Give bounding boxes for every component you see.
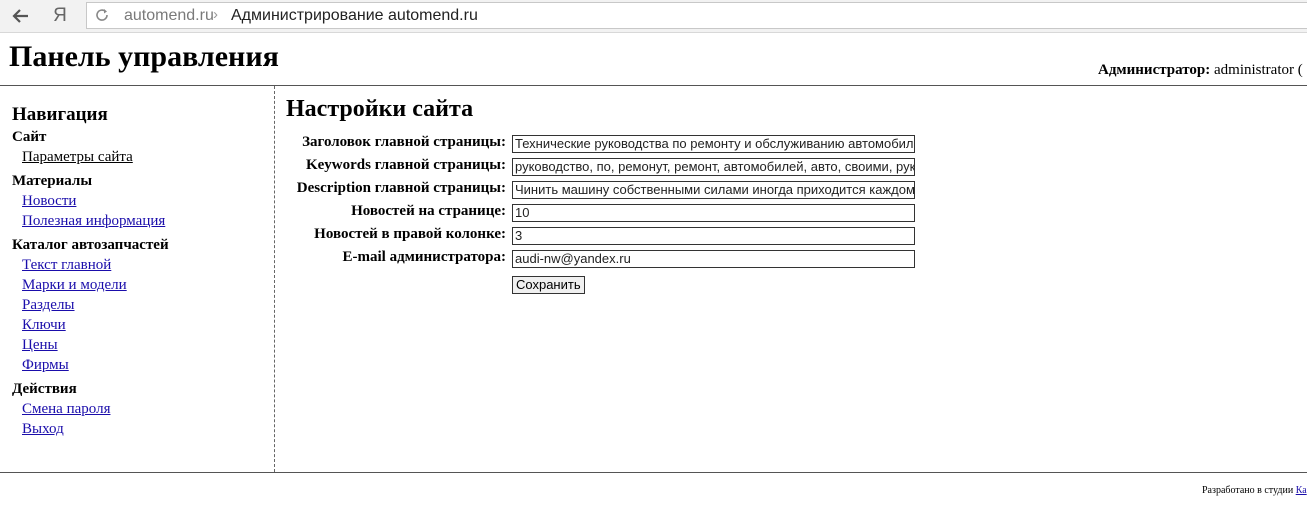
homepage-title-input[interactable]: Технические руководства по ремонту и обс… [512, 135, 915, 153]
nav-link-logout[interactable]: Выход [22, 421, 64, 438]
nav-section-actions: Действия [12, 381, 77, 397]
save-button[interactable]: Сохранить [512, 276, 585, 294]
nav-section-site: Сайт [12, 129, 47, 145]
footer-credits: Разработано в студии Ка [1202, 485, 1307, 496]
news-right-column-label: Новостей в правой колонке: [314, 226, 506, 242]
homepage-keywords-label: Keywords главной страницы: [305, 157, 506, 173]
admin-email-label: E-mail администратора: [342, 249, 506, 265]
browser-toolbar: Я automend.ru › Администрирование autome… [0, 0, 1307, 33]
nav-link-main-text[interactable]: Текст главной [22, 257, 111, 274]
page-title: Панель управления [9, 40, 279, 73]
nav-section-catalog: Каталог автозапчастей [12, 237, 169, 253]
nav-link-brands-models[interactable]: Марки и модели [22, 277, 127, 294]
yandex-button[interactable]: Я [47, 4, 73, 28]
footer-divider [0, 472, 1307, 473]
nav-link-news[interactable]: Новости [22, 193, 76, 210]
nav-link-sections[interactable]: Разделы [22, 297, 75, 314]
homepage-description-label: Description главной страницы: [296, 180, 506, 196]
footer-text: Разработано в студии [1202, 485, 1296, 496]
back-button[interactable] [8, 4, 34, 28]
nav-section-materials: Материалы [12, 173, 93, 189]
nav-link-keys[interactable]: Ключи [22, 317, 66, 334]
url-domain: automend.ru [124, 7, 214, 24]
nav-link-useful-info[interactable]: Полезная информация [22, 213, 165, 230]
admin-label: Администратор: [1098, 62, 1211, 78]
admin-email-input[interactable]: audi-nw@yandex.ru [512, 250, 915, 268]
homepage-description-input[interactable]: Чинить машину собственными силами иногда… [512, 181, 915, 199]
homepage-title-label: Заголовок главной страницы: [302, 134, 506, 150]
url-separator: › [213, 6, 218, 23]
nav-link-prices[interactable]: Цены [22, 337, 58, 354]
nav-link-change-password[interactable]: Смена пароля [22, 401, 110, 418]
news-per-page-input[interactable]: 10 [512, 204, 915, 222]
url-page-title: Администрирование automend.ru [231, 7, 478, 24]
news-per-page-label: Новостей на странице: [351, 203, 506, 219]
settings-title: Настройки сайта [286, 96, 474, 122]
sidebar: Навигация Сайт Параметры сайта Материалы… [0, 86, 275, 472]
nav-link-site-settings[interactable]: Параметры сайта [22, 149, 133, 166]
news-right-column-input[interactable]: 3 [512, 227, 915, 245]
footer-studio-link[interactable]: Ка [1296, 485, 1307, 496]
nav-link-firms[interactable]: Фирмы [22, 357, 69, 374]
homepage-keywords-input[interactable]: руководство, по, ремонут, ремонт, автомо… [512, 158, 915, 176]
reload-icon[interactable] [93, 6, 111, 24]
address-bar[interactable]: automend.ru › Администрирование automend… [86, 2, 1307, 29]
arrow-left-icon [12, 9, 28, 23]
admin-info: Администратор: administrator ( [1098, 62, 1303, 79]
admin-name: administrator ( [1214, 62, 1303, 78]
nav-heading: Навигация [12, 104, 108, 125]
